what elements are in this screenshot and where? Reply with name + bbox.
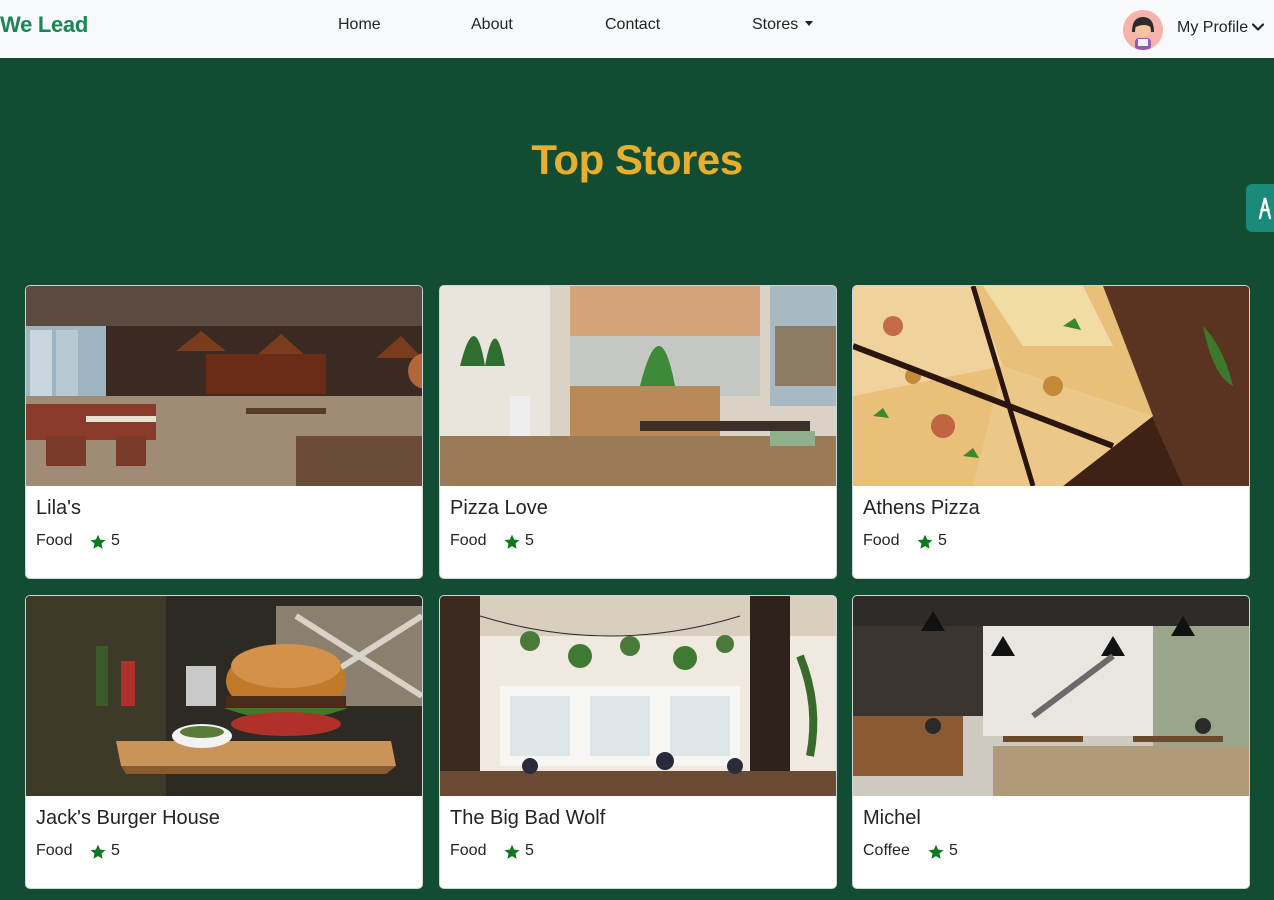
store-name[interactable]: Michel	[863, 807, 921, 830]
star-icon	[504, 534, 520, 549]
store-category: Food	[36, 532, 73, 549]
store-name[interactable]: The Big Bad Wolf	[450, 807, 605, 830]
store-card[interactable]: Michel Coffee 5	[852, 595, 1250, 889]
store-category: Food	[450, 842, 487, 859]
avatar[interactable]	[1123, 10, 1163, 50]
store-card[interactable]: Athens Pizza Food 5	[852, 285, 1250, 579]
store-card[interactable]: Jack's Burger House Food 5	[25, 595, 423, 889]
store-name[interactable]: Lila's	[36, 497, 81, 520]
store-rating: 5	[111, 532, 120, 549]
store-category: Coffee	[863, 842, 910, 859]
store-name[interactable]: Jack's Burger House	[36, 807, 220, 830]
navbar: We Lead Home About Contact Stores My Pro…	[0, 0, 1274, 58]
nav-home[interactable]: Home	[338, 16, 381, 34]
nav-stores-dropdown[interactable]: Stores	[752, 16, 814, 34]
store-card[interactable]: The Big Bad Wolf Food 5	[439, 595, 837, 889]
caret-down-icon	[805, 21, 814, 26]
profile-menu[interactable]: My Profile	[1177, 19, 1265, 37]
star-icon	[917, 534, 933, 549]
accessibility-tab[interactable]	[1246, 184, 1274, 232]
page-title: Top Stores	[531, 136, 743, 183]
chevron-down-icon	[1252, 23, 1265, 31]
store-image[interactable]	[440, 286, 836, 486]
nav-stores-label: Stores	[752, 16, 799, 33]
store-image[interactable]	[853, 596, 1249, 796]
profile-label: My Profile	[1177, 19, 1249, 36]
store-name[interactable]: Pizza Love	[450, 497, 548, 520]
star-icon	[90, 534, 106, 549]
star-icon	[504, 844, 520, 859]
brand-logo[interactable]: We Lead	[0, 12, 88, 38]
star-icon	[90, 844, 106, 859]
store-image[interactable]	[853, 286, 1249, 486]
nav-contact[interactable]: Contact	[605, 16, 660, 34]
store-rating: 5	[525, 532, 534, 549]
star-icon	[928, 844, 944, 859]
nav-about[interactable]: About	[471, 16, 513, 34]
store-rating: 5	[949, 842, 958, 859]
store-card[interactable]: Pizza Love Food 5	[439, 285, 837, 579]
store-rating: 5	[938, 532, 947, 549]
store-card[interactable]: Lila's Food 5	[25, 285, 423, 579]
store-image[interactable]	[26, 596, 422, 796]
store-name[interactable]: Athens Pizza	[863, 497, 980, 520]
store-rating: 5	[525, 842, 534, 859]
accessibility-icon	[1258, 197, 1272, 220]
store-image[interactable]	[440, 596, 836, 796]
store-rating: 5	[111, 842, 120, 859]
store-image[interactable]	[26, 286, 422, 486]
store-category: Food	[36, 842, 73, 859]
store-category: Food	[863, 532, 900, 549]
store-category: Food	[450, 532, 487, 549]
